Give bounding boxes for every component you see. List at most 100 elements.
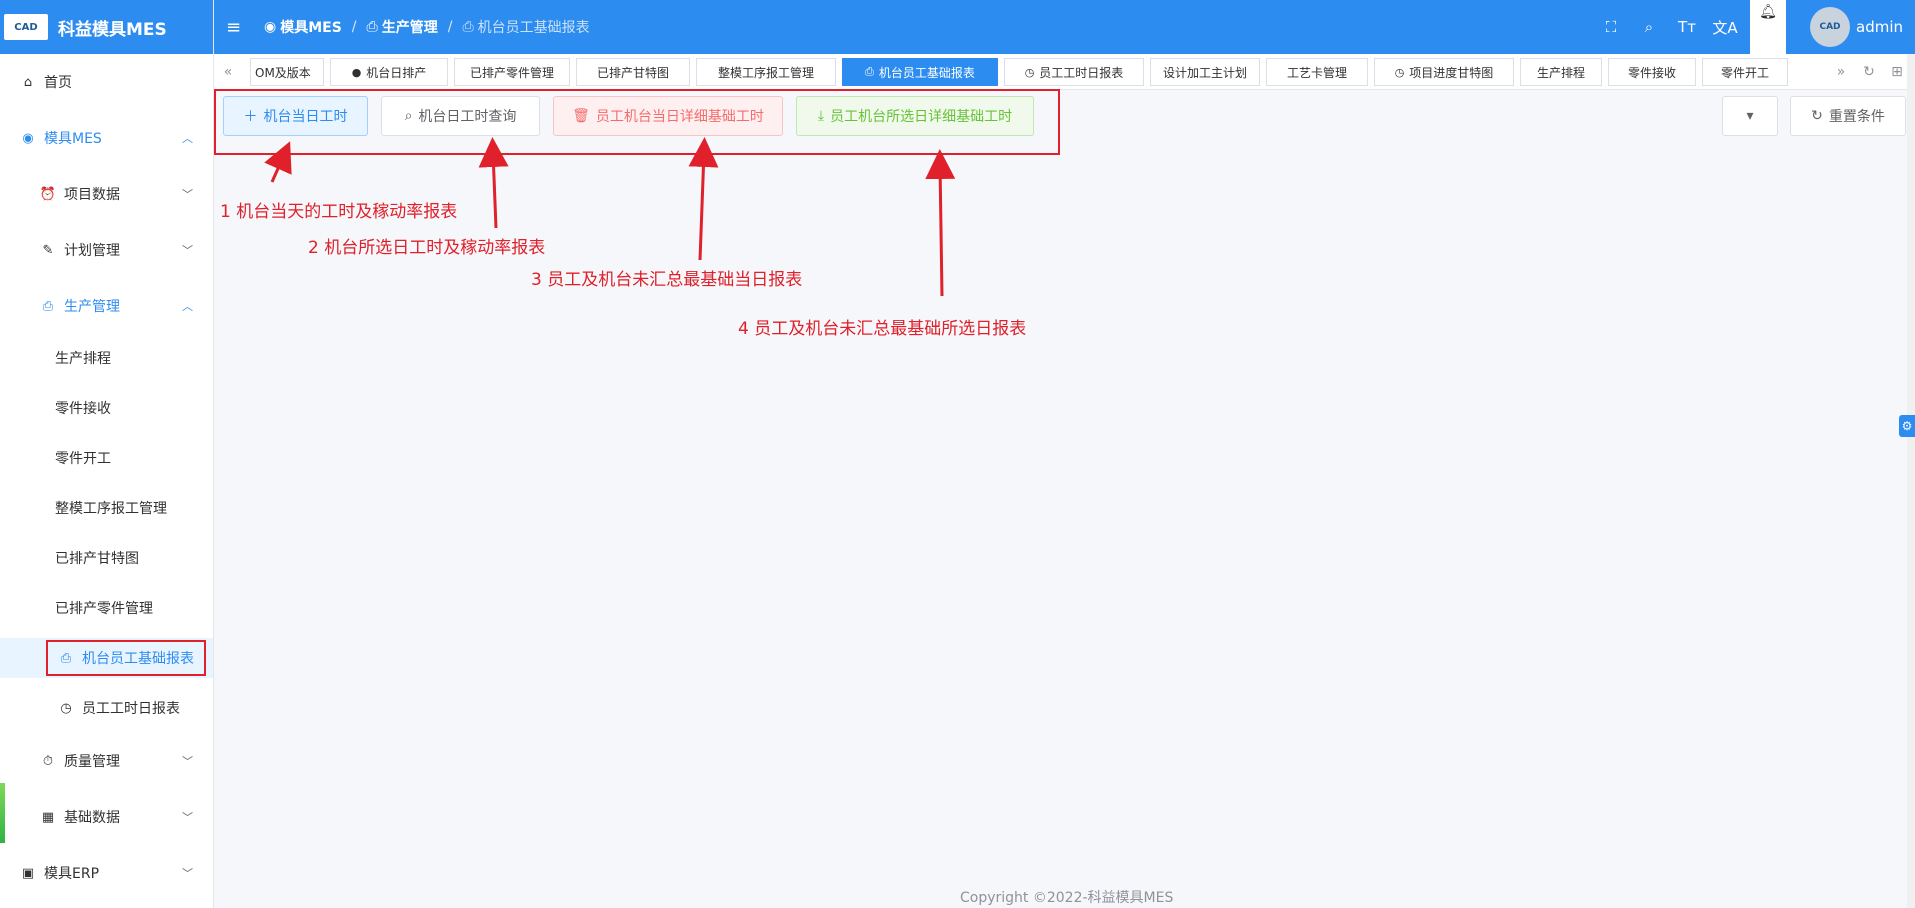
button-label: 重置条件 [1828, 109, 1885, 125]
camera-icon: ◉ [264, 19, 277, 35]
tab-staff-hours-daily[interactable]: ◷ 员工工时日报表 [1004, 58, 1144, 86]
chevron-down-icon: ﹀ [182, 867, 193, 880]
tabs-bar: « OM及版本 ● 机台日排产 已排产零件管理 已排产甘特图 整模工序报工管理 ⎙… [214, 54, 1915, 90]
sidebar-item-label: 生产排程 [55, 351, 111, 367]
scrollbar[interactable] [1907, 54, 1915, 908]
highlight-box [214, 89, 1060, 155]
annotation-1: 1 机台当天的工时及稼动率报表 [220, 202, 458, 222]
sidebar-item-machine-staff-report[interactable]: ⎙ 机台员工基础报表 [0, 638, 213, 678]
user-icon: ● [351, 65, 362, 79]
refresh-icon[interactable]: ↻ [1855, 58, 1883, 86]
sidebar-item-quality[interactable]: ⏱ 质量管理 ﹀ [0, 741, 213, 781]
sidebar-item-label: 首页 [44, 75, 72, 91]
avatar[interactable]: CAD [1810, 7, 1850, 47]
stopwatch-icon: ⏱ [42, 753, 54, 769]
tabs-scroll-right-icon[interactable]: » [1827, 58, 1855, 86]
tab-label: 整模工序报工管理 [717, 65, 814, 80]
sidebar-item-label: 基础数据 [64, 810, 120, 826]
app-title: 科益模具MES [58, 19, 167, 40]
settings-gear-icon[interactable]: ⚙ [1899, 415, 1915, 437]
sidebar-item-erp[interactable]: ▣ 模具ERP ﹀ [0, 853, 213, 893]
chevron-down-icon: ﹀ [182, 244, 193, 257]
hamburger-icon[interactable]: ≡ [226, 17, 250, 38]
tab-mold-process-report[interactable]: 整模工序报工管理 [696, 58, 836, 86]
bell-icon[interactable]: 🔔︎ [1750, 0, 1786, 54]
tab-label: 员工工时日报表 [1039, 65, 1124, 80]
sidebar-item-gantt[interactable]: 已排产甘特图 [0, 538, 213, 578]
sidebar-item-part-start[interactable]: 零件开工 [0, 438, 213, 478]
sidebar-item-plan-mgmt[interactable]: ✎ 计划管理 ﹀ [0, 230, 213, 270]
tab-label: 生产排程 [1536, 65, 1585, 80]
tab-scheduled-parts[interactable]: 已排产零件管理 [454, 58, 570, 86]
sidebar-item-production-mgmt[interactable]: ⎙ 生产管理 ︿ [0, 286, 213, 326]
tab-label: 机台员工基础报表 [878, 65, 975, 80]
tab-gantt[interactable]: 已排产甘特图 [576, 58, 690, 86]
breadcrumb-item[interactable]: 生产管理 [382, 17, 438, 37]
tab-label: 项目进度甘特图 [1409, 65, 1494, 80]
annotation-3: 3 员工及机台未汇总最基础当日报表 [531, 270, 803, 290]
collapse-toggle-button[interactable]: ▾ [1722, 96, 1778, 136]
chevron-down-icon: ﹀ [182, 755, 193, 768]
sidebar-item-label: 机台员工基础报表 [82, 651, 194, 667]
tab-label: 零件开工 [1720, 65, 1769, 80]
sidebar-item-mold-process-report[interactable]: 整模工序报工管理 [0, 488, 213, 528]
translate-icon[interactable]: 文A [1706, 17, 1744, 38]
tab-project-gantt[interactable]: ◷ 项目进度甘特图 [1374, 58, 1514, 86]
reset-conditions-button[interactable]: ↻ 重置条件 [1790, 96, 1906, 136]
logo: CAD 科益模具MES [0, 0, 213, 54]
chevron-down-icon: ﹀ [182, 811, 193, 824]
arrow-4 [925, 149, 956, 297]
breadcrumb-item[interactable]: 模具MES [280, 17, 342, 37]
sidebar-item-scheduled-parts[interactable]: 已排产零件管理 [0, 588, 213, 628]
annotation-2: 2 机台所选日工时及稼动率报表 [308, 238, 546, 258]
chevron-up-icon: ︿ [182, 132, 193, 145]
search-icon[interactable]: ⌕ [1630, 18, 1668, 36]
tab-process-card[interactable]: 工艺卡管理 [1266, 58, 1368, 86]
tab-scheduling[interactable]: 生产排程 [1520, 58, 1602, 86]
sidebar: CAD 科益模具MES ⌂ 首页 ◉ 模具MES ︿ ⏰ 项目数据 ﹀ ✎ 计划… [0, 0, 214, 908]
tabs-scroll-left-icon[interactable]: « [214, 58, 242, 86]
arrow-1 [264, 141, 292, 183]
selected-item-highlight: ⎙ 机台员工基础报表 [46, 640, 206, 676]
font-size-icon[interactable]: Tт [1668, 18, 1706, 36]
side-handle[interactable] [0, 783, 5, 843]
sidebar-item-part-receive[interactable]: 零件接收 [0, 388, 213, 428]
breadcrumb-item: 机台员工基础报表 [477, 20, 590, 36]
user-name[interactable]: admin [1856, 18, 1903, 36]
tab-bom-version[interactable]: OM及版本 [250, 58, 324, 86]
tab-label: OM及版本 [255, 65, 311, 80]
tab-label: 已排产甘特图 [596, 65, 669, 80]
tab-machine-daily-schedule[interactable]: ● 机台日排产 [330, 58, 448, 86]
sidebar-item-label: 整模工序报工管理 [55, 501, 167, 517]
printer-icon: ⎙ [366, 19, 378, 35]
tab-design-master-plan[interactable]: 设计加工主计划 [1150, 58, 1260, 86]
sidebar-item-label: 零件开工 [55, 451, 111, 467]
sidebar-item-label: 项目数据 [64, 187, 120, 203]
tab-part-receive[interactable]: 零件接收 [1608, 58, 1696, 86]
top-right-tools: ⛶ ⌕ Tт 文A 🔔︎ CAD admin [1592, 0, 1915, 54]
sidebar-item-label: 已排产零件管理 [55, 601, 153, 617]
sidebar-item-mes[interactable]: ◉ 模具MES ︿ [0, 118, 213, 158]
tab-label: 机台日排产 [366, 65, 427, 80]
printer-icon: ⎙ [60, 650, 72, 666]
fullscreen-icon[interactable]: ⛶ [1592, 18, 1630, 36]
sidebar-item-label: 质量管理 [64, 754, 120, 770]
breadcrumb: ◉ 模具MES / ⎙ 生产管理 / ⎙ 机台员工基础报表 [264, 17, 590, 37]
camera-icon: ◉ [22, 130, 34, 146]
sidebar-item-project-data[interactable]: ⏰ 项目数据 ﹀ [0, 174, 213, 214]
breadcrumb-separator: / [351, 19, 357, 35]
logo-icon: CAD [4, 14, 48, 40]
tab-label: 零件接收 [1627, 65, 1676, 80]
sidebar-item-home[interactable]: ⌂ 首页 [0, 62, 213, 102]
refresh-icon: ↻ [1811, 108, 1823, 124]
printer-icon: ⎙ [865, 65, 874, 78]
breadcrumb-separator: / [447, 19, 453, 35]
tab-label: 工艺卡管理 [1286, 65, 1347, 80]
sidebar-item-scheduling[interactable]: 生产排程 [0, 338, 213, 378]
tab-part-start[interactable]: 零件开工 [1702, 58, 1788, 86]
sidebar-item-label: 员工工时日报表 [82, 701, 180, 717]
sidebar-item-basic-data[interactable]: ▦ 基础数据 ﹀ [0, 797, 213, 837]
sidebar-item-staff-hours-daily[interactable]: ◷ 员工工时日报表 [0, 688, 213, 728]
calendar-icon: ▦ [41, 809, 55, 825]
tab-machine-staff-report[interactable]: ⎙ 机台员工基础报表 [842, 58, 998, 86]
